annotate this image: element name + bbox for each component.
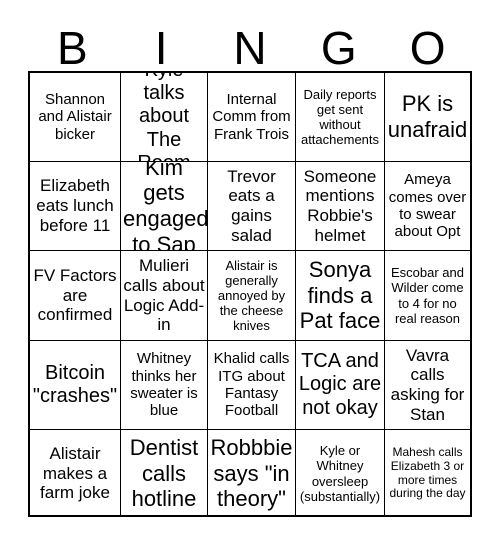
bingo-cell-text: Alistair makes a farm joke bbox=[40, 443, 110, 503]
bingo-cell-text: Alistair is generally annoyed by the che… bbox=[217, 257, 286, 334]
header-letter-n: N bbox=[233, 22, 267, 74]
bingo-cell-text: Ameya comes over to swear about Opt bbox=[388, 171, 467, 241]
bingo-cell-text: Internal Comm from Frank Trois bbox=[212, 90, 291, 143]
header-letter-o: O bbox=[409, 22, 446, 74]
bingo-cell[interactable]: Daily reports get sent without attacheme… bbox=[296, 73, 385, 162]
bingo-cell[interactable]: Alistair makes a farm joke bbox=[30, 430, 121, 517]
bingo-cell-text: Kyle talks about The Room bbox=[137, 73, 190, 161]
bingo-cell-text: Daily reports get sent without attacheme… bbox=[300, 86, 380, 148]
bingo-cell[interactable]: Vavra calls asking for Stan bbox=[385, 341, 470, 430]
header-letter-b: B bbox=[57, 22, 88, 74]
bingo-cell-text: Sonya finds a Pat face bbox=[299, 257, 381, 334]
bingo-cell[interactable]: Whitney thinks her sweater is blue bbox=[121, 341, 208, 430]
bingo-cell-text: PK is unafraid bbox=[387, 91, 468, 142]
bingo-cell[interactable]: Robbbie says "in theory" bbox=[208, 430, 296, 517]
bingo-cell-text: Shannon and Alistair bicker bbox=[38, 90, 112, 143]
bingo-cell[interactable]: Trevor eats a gains salad bbox=[208, 162, 296, 251]
bingo-cell[interactable]: TCA and Logic are not okay bbox=[296, 341, 385, 430]
bingo-cell[interactable]: Bitcoin "crashes" bbox=[30, 341, 121, 430]
bingo-cell[interactable]: Kyle or Whitney oversleep (substantially… bbox=[296, 430, 385, 517]
bingo-cell-text: Someone mentions Robbie's helmet bbox=[303, 166, 377, 245]
bingo-cell-text: TCA and Logic are not okay bbox=[298, 350, 382, 419]
bingo-cell-text: Kyle or Whitney oversleep (substantially… bbox=[299, 443, 381, 504]
bingo-cell[interactable]: Dentist calls hotline bbox=[121, 430, 208, 517]
bingo-cell-text: Escobar and Wilder come to 4 for no real… bbox=[391, 265, 464, 326]
bingo-cell[interactable]: Escobar and Wilder come to 4 for no real… bbox=[385, 251, 470, 341]
bingo-cell[interactable]: Alistair is generally annoyed by the che… bbox=[208, 251, 296, 341]
bingo-cell[interactable]: Someone mentions Robbie's helmet bbox=[296, 162, 385, 251]
header-letter-i: I bbox=[154, 22, 168, 74]
bingo-cell-text: Khalid calls ITG about Fantasy Football bbox=[213, 350, 290, 420]
bingo-cell-text: Robbbie says "in theory" bbox=[210, 435, 293, 512]
bingo-cell-text: Elizabeth eats lunch before 11 bbox=[36, 176, 114, 235]
bingo-cell[interactable]: Kyle talks about The Room bbox=[121, 73, 208, 162]
bingo-cell[interactable]: Mulieri calls about Logic Add-in bbox=[121, 251, 208, 341]
bingo-cell-text: Bitcoin "crashes" bbox=[32, 361, 118, 407]
bingo-cell[interactable]: Internal Comm from Frank Trois bbox=[208, 73, 296, 162]
bingo-cell[interactable]: Elizabeth eats lunch before 11 bbox=[30, 162, 121, 251]
bingo-grid: Shannon and Alistair bicker Kyle talks a… bbox=[28, 71, 472, 517]
bingo-cell-text: Dentist calls hotline bbox=[129, 435, 199, 512]
bingo-cell[interactable]: Mahesh calls Elizabeth 3 or more times d… bbox=[385, 430, 470, 517]
bingo-cell[interactable]: Khalid calls ITG about Fantasy Football bbox=[208, 341, 296, 430]
bingo-card: B I N G O Shannon and Alistair bicker Ky… bbox=[0, 0, 500, 544]
bingo-cell[interactable]: Shannon and Alistair bicker bbox=[30, 73, 121, 162]
bingo-cell-text: Trevor eats a gains salad bbox=[227, 166, 276, 245]
bingo-header: B I N G O bbox=[28, 18, 472, 71]
bingo-cell[interactable]: Ameya comes over to swear about Opt bbox=[385, 162, 470, 251]
bingo-cell[interactable]: Sonya finds a Pat face bbox=[296, 251, 385, 341]
bingo-cell-text: Kim gets engaged to Sap bbox=[123, 162, 208, 251]
bingo-cell-text: Mahesh calls Elizabeth 3 or more times d… bbox=[389, 444, 466, 501]
bingo-cell-text: Vavra calls asking for Stan bbox=[390, 345, 465, 424]
bingo-cell[interactable]: Kim gets engaged to Sap bbox=[121, 162, 208, 251]
bingo-cell-text: Whitney thinks her sweater is blue bbox=[130, 350, 198, 420]
bingo-cell-text: Mulieri calls about Logic Add-in bbox=[123, 256, 205, 335]
header-letter-g: G bbox=[320, 22, 357, 74]
bingo-cell[interactable]: FV Factors are confirmed bbox=[30, 251, 121, 341]
bingo-cell[interactable]: PK is unafraid bbox=[385, 73, 470, 162]
bingo-cell-text: FV Factors are confirmed bbox=[33, 265, 117, 325]
